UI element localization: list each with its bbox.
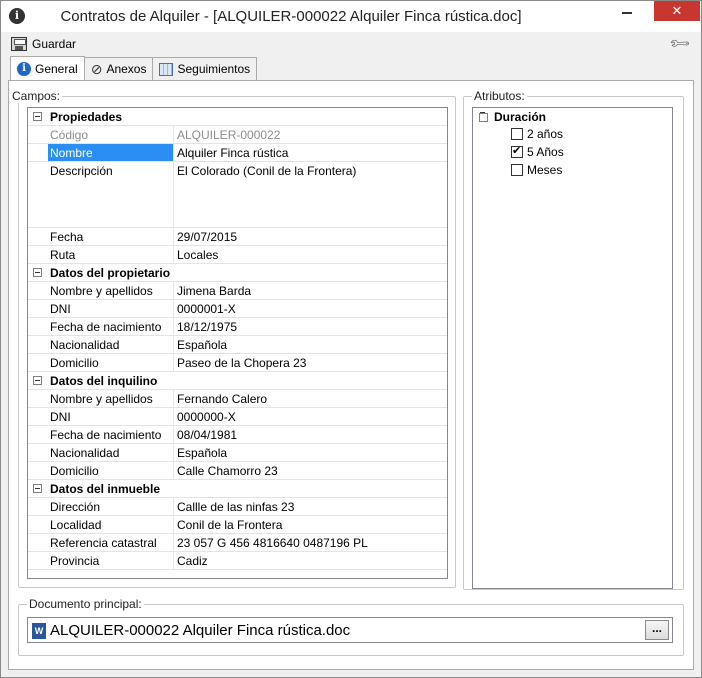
property-row-propietario-nacimiento[interactable]: Fecha de nacimiento 18/12/1975: [28, 318, 447, 336]
attribute-option-meses[interactable]: Meses: [511, 162, 562, 178]
category-propietario[interactable]: Datos del propietario: [28, 264, 447, 282]
property-grid[interactable]: Propiedades Código ALQUILER-000022 Nombr…: [27, 107, 448, 579]
attribute-option-2-anos[interactable]: 2 años: [511, 126, 563, 142]
property-row-inquilino-nacionalidad[interactable]: Nacionalidad Española: [28, 444, 447, 462]
tab-anexos[interactable]: ⊘ Anexos: [83, 57, 154, 80]
collapse-icon[interactable]: [33, 268, 42, 277]
document-file-field[interactable]: W ALQUILER-000022 Alquiler Finca rústica…: [27, 617, 673, 643]
campos-legend: Campos:: [10, 89, 63, 103]
property-row-inmueble-provincia[interactable]: Provincia Cadiz: [28, 552, 447, 570]
tab-general-label: General: [35, 61, 78, 76]
wrench-icon[interactable]: 🔧︎: [668, 31, 693, 56]
info-icon: i: [17, 61, 31, 76]
document-file-name: ALQUILER-000022 Alquiler Finca rústica.d…: [50, 622, 351, 639]
attribute-option-label: 5 Años: [527, 145, 564, 159]
property-row-inmueble-catastral[interactable]: Referencia catastral 23 057 G 456 481664…: [28, 534, 447, 552]
toolbar: Guardar 🔧︎: [1, 31, 701, 56]
browse-button[interactable]: ...: [645, 620, 669, 640]
attribute-option-label: 2 años: [527, 127, 564, 141]
property-row-propietario-domicilio[interactable]: Domicilio Paseo de la Chopera 23: [28, 354, 447, 372]
documento-legend: Documento principal:: [27, 597, 144, 611]
tab-seguimientos[interactable]: Seguimientos: [152, 57, 258, 80]
property-row-inquilino-nombre[interactable]: Nombre y apellidos Fernando Calero: [28, 390, 447, 408]
collapse-icon[interactable]: [33, 484, 42, 493]
checkbox-5-anos[interactable]: [511, 144, 523, 158]
tab-general[interactable]: i General: [10, 56, 85, 80]
save-label: Guardar: [32, 37, 77, 51]
property-row-inmueble-localidad[interactable]: Localidad Conil de la Frontera: [28, 516, 447, 534]
property-row-nombre[interactable]: Nombre Alquiler Finca rústica: [28, 144, 447, 162]
tab-strip: i General ⊘ Anexos Seguimientos: [10, 56, 258, 81]
collapse-icon[interactable]: [33, 376, 42, 385]
tree-category-label: Duración: [494, 110, 547, 124]
tab-anexos-label: Anexos: [106, 62, 147, 76]
save-button[interactable]: Guardar: [11, 35, 76, 53]
word-document-icon: W: [32, 623, 46, 639]
property-row-propietario-nacionalidad[interactable]: Nacionalidad Española: [28, 336, 447, 354]
collapse-icon[interactable]: [479, 112, 488, 122]
checkbox-meses[interactable]: [511, 164, 523, 176]
attributes-tree[interactable]: Duración 2 años 5 Años Meses: [472, 107, 673, 589]
save-disk-icon: [11, 37, 27, 51]
property-row-inquilino-domicilio[interactable]: Domicilio Calle Chamorro 23: [28, 462, 447, 480]
tree-category-duracion[interactable]: Duración: [479, 109, 546, 125]
attribute-option-5-anos[interactable]: 5 Años: [511, 144, 564, 160]
property-row-propietario-dni[interactable]: DNI 0000001-X: [28, 300, 447, 318]
attribute-option-label: Meses: [527, 163, 563, 177]
category-propiedades[interactable]: Propiedades: [28, 108, 447, 126]
close-button[interactable]: ✕: [654, 1, 700, 21]
property-row-propietario-nombre[interactable]: Nombre y apellidos Jimena Barda: [28, 282, 447, 300]
minimize-button[interactable]: [613, 2, 641, 22]
title-bar: i Contratos de Alquiler - [ALQUILER-0000…: [1, 1, 701, 32]
category-inquilino[interactable]: Datos del inquilino: [28, 372, 447, 390]
paperclip-icon: ⊘: [90, 60, 103, 77]
calendar-icon: [159, 62, 174, 76]
property-row-descripcion[interactable]: Descripción El Colorado (Conil de la Fro…: [28, 162, 447, 228]
category-inmueble[interactable]: Datos del inmueble: [28, 480, 447, 498]
property-row-inquilino-nacimiento[interactable]: Fecha de nacimiento 08/04/1981: [28, 426, 447, 444]
window-title: Contratos de Alquiler - [ALQUILER-000022…: [60, 8, 522, 25]
checkbox-2-anos[interactable]: [511, 128, 523, 140]
collapse-icon[interactable]: [33, 112, 42, 121]
property-row-codigo[interactable]: Código ALQUILER-000022: [28, 126, 447, 144]
tab-seguimientos-label: Seguimientos: [177, 62, 251, 76]
property-row-inquilino-dni[interactable]: DNI 0000000-X: [28, 408, 447, 426]
property-row-fecha[interactable]: Fecha 29/07/2015: [28, 228, 447, 246]
property-row-ruta[interactable]: Ruta Locales: [28, 246, 447, 264]
property-row-inmueble-direccion[interactable]: Dirección Callle de las ninfas 23: [28, 498, 447, 516]
nombre-input[interactable]: Alquiler Finca rústica: [174, 144, 447, 161]
atributos-legend: Atributos:: [472, 89, 527, 103]
